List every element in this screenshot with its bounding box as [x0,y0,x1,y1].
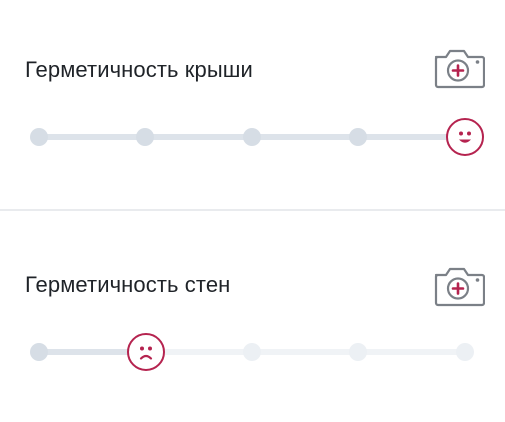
slider-step-5[interactable] [456,343,474,361]
sad-face-icon [139,346,153,360]
happy-face-icon [459,131,471,143]
slider-step-4[interactable] [349,343,367,361]
slider-thumb-walls[interactable] [127,333,165,371]
section-title-roof: Герметичность крыши [25,57,253,82]
rating-slider-walls[interactable] [0,327,505,377]
slider-step-4[interactable] [349,128,367,146]
slider-step-1[interactable] [30,128,48,146]
slider-step-3[interactable] [243,128,261,146]
slider-step-2[interactable] [136,128,154,146]
section-title-walls: Герметичность стен [25,272,231,297]
rating-slider-roof[interactable] [0,112,505,162]
add-photo-button-walls[interactable] [433,263,486,307]
slider-step-1[interactable] [30,343,48,361]
section-roof-tightness: Герметичность крыши [0,0,505,210]
slider-thumb-roof[interactable] [446,118,484,156]
camera-add-icon [434,267,486,307]
slider-step-3[interactable] [243,343,261,361]
rating-form: Герметичность крыши Герметичность стен [0,0,505,422]
camera-add-icon [434,49,486,89]
add-photo-button-roof[interactable] [433,45,486,89]
section-wall-tightness: Герметичность стен [0,211,505,422]
